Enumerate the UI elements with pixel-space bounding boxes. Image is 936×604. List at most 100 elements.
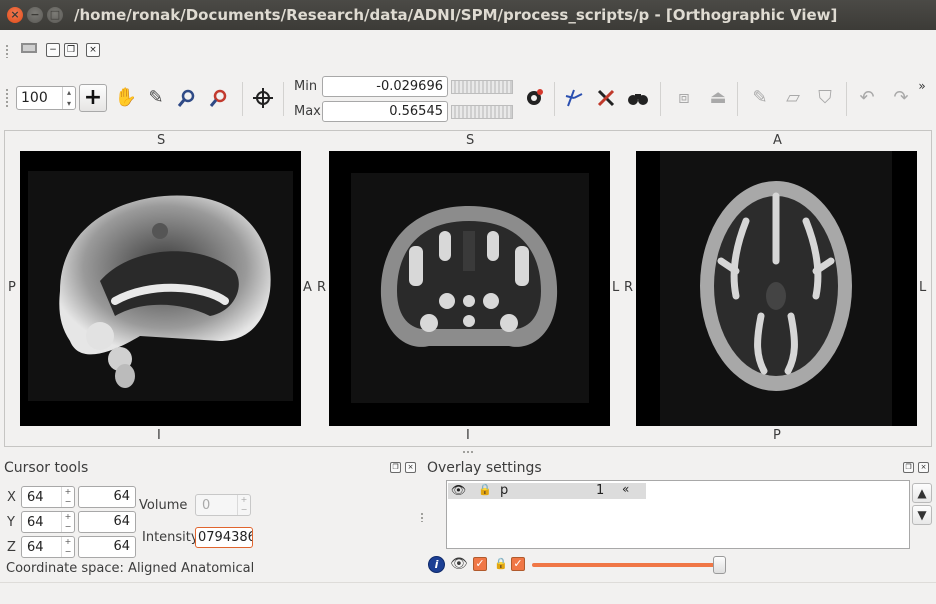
splitter-handle[interactable] — [462, 450, 474, 454]
close-icon: × — [407, 463, 414, 471]
cursor-tools-float-button[interactable]: ❐ — [390, 462, 401, 473]
z-world-field[interactable]: 64 — [78, 536, 136, 558]
flip-button[interactable]: ⏏ — [704, 84, 732, 112]
info-button[interactable]: i — [428, 556, 445, 573]
tools-button[interactable] — [592, 84, 620, 112]
reset-range-button[interactable] — [520, 84, 548, 112]
zoom-stepper[interactable]: ▴ ▾ — [62, 87, 75, 109]
overlay-close-button[interactable]: × — [918, 462, 929, 473]
x-voxel-spinbox[interactable]: 64 + − — [21, 486, 75, 508]
eraser-icon: ▱ — [786, 87, 800, 108]
opacity-slider-track[interactable] — [532, 563, 718, 567]
gear-icon — [527, 89, 543, 105]
toolbar-overflow-button[interactable]: » — [914, 78, 930, 106]
z-voxel-value: 64 — [27, 540, 44, 555]
axis-tool-button[interactable] — [560, 84, 588, 112]
axial-view[interactable] — [636, 151, 917, 426]
restore-icon: ❐ — [392, 463, 399, 471]
window-maximize-button[interactable]: □ — [47, 7, 63, 23]
volume-value: 0 — [202, 498, 211, 513]
y-voxel-stepper[interactable]: + − — [61, 512, 74, 532]
magnifier-icon — [177, 89, 195, 107]
center-cursor-button[interactable] — [249, 84, 277, 112]
y-world-field[interactable]: 64 — [78, 511, 136, 533]
pan-tool-button[interactable]: ✋ — [112, 84, 140, 112]
toolbar-grip[interactable] — [5, 88, 9, 108]
overlay-float-button[interactable]: ❐ — [903, 462, 914, 473]
zoom-value: 100 — [21, 90, 48, 106]
menu-grip[interactable] — [5, 44, 9, 58]
coronal-brain-image — [351, 173, 589, 403]
overlay-name: p — [500, 483, 509, 498]
binoculars-button[interactable] — [624, 84, 652, 112]
view-menu-icon[interactable] — [20, 41, 38, 55]
target-icon — [253, 88, 273, 108]
z-voxel-spinbox[interactable]: 64 + − — [21, 536, 75, 558]
window-title: /home/ronak/Documents/Research/data/ADNI… — [74, 6, 838, 24]
min-intensity-slider[interactable] — [451, 80, 513, 94]
check-icon: ✓ — [475, 557, 485, 570]
zoom-spinbox[interactable]: 100 ▴ ▾ — [16, 86, 76, 110]
dock-close-button[interactable]: × — [86, 43, 100, 57]
lock-icon[interactable]: 🔒 — [478, 483, 492, 496]
move-overlay-down-button[interactable]: ▼ — [912, 505, 932, 525]
x-label: X — [7, 490, 16, 505]
pencil-icon: ✎ — [148, 87, 164, 108]
overlay-settings-title: Overlay settings — [427, 460, 542, 476]
eye-icon[interactable]: 👁 — [451, 483, 466, 497]
dock-minimize-button[interactable]: − — [46, 43, 60, 57]
opacity-slider-handle[interactable] — [713, 556, 726, 574]
info-icon: i — [434, 558, 439, 571]
close-icon: × — [920, 463, 927, 471]
menu-row: − ❐ × — [0, 36, 936, 64]
min-intensity-input[interactable]: -0.029696 — [322, 76, 448, 97]
cursor-tools-close-button[interactable]: × — [405, 462, 416, 473]
visibility-icon[interactable]: 👁 — [450, 556, 468, 572]
max-intensity-input[interactable]: 0.56545 — [322, 101, 448, 122]
intensity-field[interactable]: 0794386 — [195, 527, 253, 548]
axial-right-label: L — [919, 280, 927, 295]
sagittal-right-label: A — [303, 280, 312, 295]
minimize-icon: − — [49, 45, 57, 55]
minimize-icon: − — [30, 8, 40, 21]
crosshair-mode-button[interactable]: + — [79, 84, 107, 112]
volume-stepper[interactable]: + − — [237, 495, 250, 515]
y-voxel-spinbox[interactable]: 64 + − — [21, 511, 75, 533]
lock-icon[interactable]: 🔒 — [494, 557, 508, 570]
draw-button[interactable]: ✎ — [746, 84, 774, 112]
window-minimize-button[interactable]: − — [27, 7, 43, 23]
magnifier-red-icon — [209, 89, 227, 107]
axial-brain-image — [660, 151, 892, 426]
visibility-checkbox[interactable]: ✓ — [473, 557, 487, 571]
volume-label: Volume — [139, 498, 188, 513]
pencil-tool-button[interactable]: ✎ — [142, 84, 170, 112]
overlay-row[interactable]: 👁 🔒 p 1 « — [448, 482, 646, 499]
z-voxel-stepper[interactable]: + − — [61, 537, 74, 557]
dock-restore-button[interactable]: ❐ — [64, 43, 78, 57]
overlay-grip[interactable] — [420, 512, 424, 522]
x-voxel-stepper[interactable]: + − — [61, 487, 74, 507]
window-close-button[interactable]: × — [7, 7, 23, 23]
double-chevron-left-icon[interactable]: « — [622, 482, 629, 496]
axial-left-label: R — [624, 280, 634, 295]
min-label: Min — [294, 79, 318, 94]
x-world-field[interactable]: 64 — [78, 486, 136, 508]
pencil-icon: ✎ — [752, 87, 768, 108]
max-intensity-slider[interactable] — [451, 105, 513, 119]
coronal-view[interactable] — [329, 151, 610, 426]
redo-button[interactable]: ↷ — [887, 84, 915, 112]
split-button[interactable]: ⧈ — [670, 84, 698, 112]
zoom-tool-button[interactable] — [173, 84, 201, 112]
sagittal-view[interactable] — [20, 151, 301, 426]
fill-button[interactable]: ⛉ — [811, 84, 839, 112]
erase-button[interactable]: ▱ — [779, 84, 807, 112]
restore-icon: ❐ — [66, 45, 76, 55]
undo-button[interactable]: ↶ — [853, 84, 881, 112]
close-icon: × — [89, 45, 97, 55]
lock-checkbox[interactable]: ✓ — [511, 557, 525, 571]
toolbar-separator — [554, 82, 555, 116]
zoom-reset-button[interactable] — [205, 84, 233, 112]
volume-spinbox[interactable]: 0 + − — [195, 494, 251, 516]
move-overlay-up-button[interactable]: ▲ — [912, 483, 932, 503]
y-voxel-value: 64 — [27, 515, 44, 530]
